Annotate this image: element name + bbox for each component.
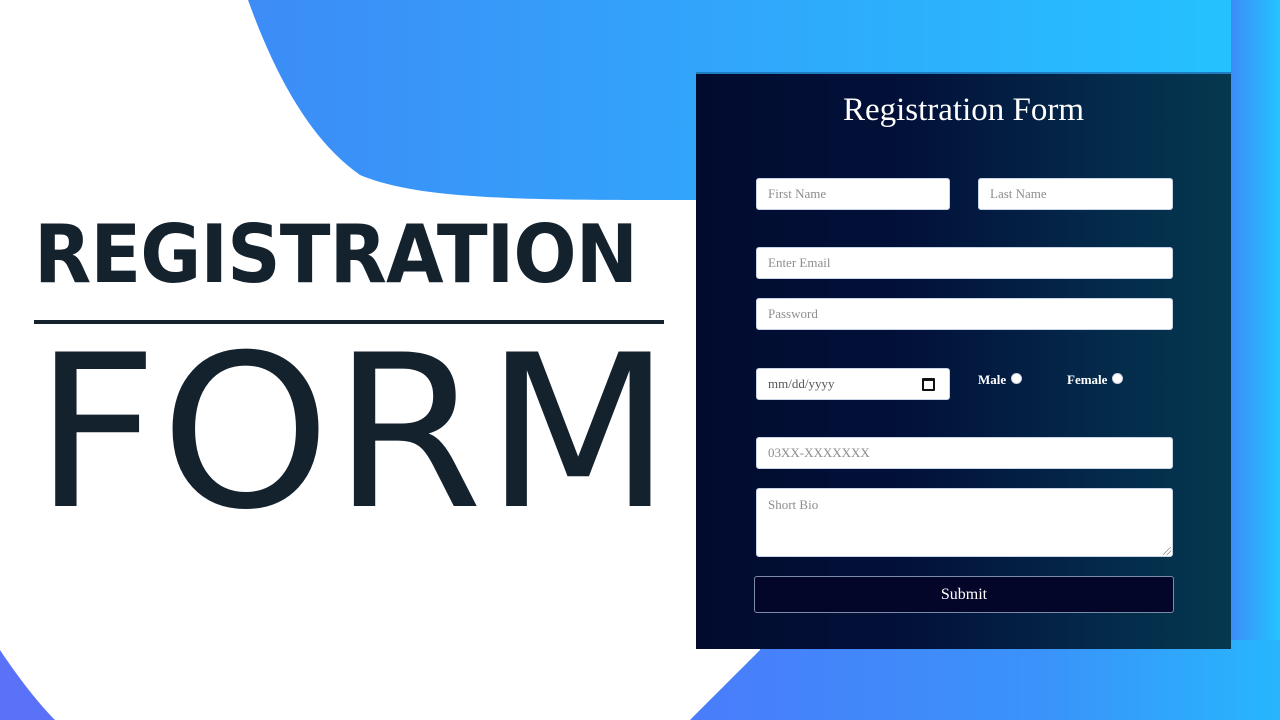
- registration-form-card: Registration Form mm/dd/yyyy Male Female…: [696, 72, 1231, 649]
- submit-button[interactable]: Submit: [754, 576, 1174, 613]
- resize-grip-icon[interactable]: [1163, 547, 1171, 555]
- first-name-input[interactable]: [756, 178, 950, 210]
- bio-wrapper: [756, 488, 1173, 557]
- gender-label-male: Male: [978, 372, 1007, 387]
- blob-right: [1231, 0, 1280, 720]
- last-name-input[interactable]: [978, 178, 1173, 210]
- blob-bottom: [690, 640, 1280, 720]
- radio-male[interactable]: [1011, 372, 1023, 384]
- bio-textarea[interactable]: [756, 488, 1173, 557]
- phone-input[interactable]: [756, 437, 1173, 469]
- form-title: Registration Form: [842, 92, 1085, 128]
- hero-title-registration: REGISTRATION: [34, 208, 638, 301]
- hero-heading: REGISTRATION FORM: [34, 208, 672, 539]
- blob-bottom-left: [0, 650, 55, 720]
- gender-option-female[interactable]: Female: [1067, 372, 1124, 388]
- gender-label-female: Female: [1067, 372, 1108, 387]
- calendar-icon[interactable]: [922, 377, 935, 391]
- gender-option-male[interactable]: Male: [978, 372, 1023, 388]
- date-input[interactable]: mm/dd/yyyy: [756, 368, 950, 400]
- date-placeholder: mm/dd/yyyy: [768, 376, 835, 391]
- password-input[interactable]: [756, 298, 1173, 330]
- email-input[interactable]: [756, 247, 1173, 279]
- hero-title-form: FORM: [34, 309, 674, 556]
- radio-female[interactable]: [1112, 372, 1124, 384]
